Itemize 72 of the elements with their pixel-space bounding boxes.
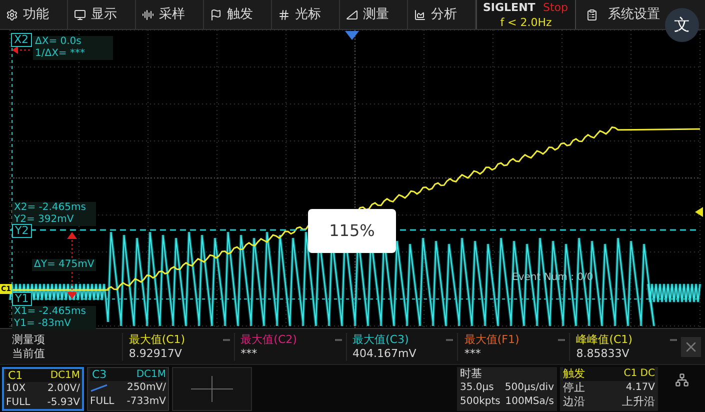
trigger-type: 边沿 — [563, 394, 585, 408]
minus-icon[interactable] — [558, 338, 566, 340]
network-icon[interactable] — [675, 373, 689, 387]
waveform-icon — [142, 8, 154, 20]
channel-coupling: DC1M — [50, 368, 80, 382]
plus-icon — [191, 376, 233, 402]
measurement-name[interactable]: 最大值(C2) — [240, 332, 297, 346]
trigger-level: 4.17V — [626, 380, 655, 394]
minus-icon[interactable] — [334, 338, 342, 340]
monitor-icon — [74, 8, 86, 20]
bandwidth-limit: FULL — [6, 396, 30, 410]
ruler-icon — [346, 8, 358, 20]
trigger-title: 触发 — [563, 366, 585, 380]
close-button[interactable] — [681, 336, 702, 356]
vertical-scale: 250mV/ — [126, 380, 166, 394]
inverse-delta-x-readout: 1/ΔX= *** — [35, 48, 86, 60]
measurement-value: *** — [464, 346, 482, 360]
channel-name: C1 — [7, 368, 24, 382]
timebase-title: 时基 — [460, 366, 483, 380]
time-scale: 500µs/div — [504, 380, 554, 394]
measurement-value: 8.92917V — [128, 346, 183, 360]
channel-panel[interactable]: C1 DC1M 10X 2.00V/ FULL -5.93V — [2, 366, 84, 410]
y1-marker[interactable]: Y1 — [12, 292, 32, 306]
measurement-row-label: 当前值 — [12, 346, 46, 360]
vertical-scale: 2.00V/ — [48, 382, 80, 396]
run-state: Stop — [542, 0, 568, 15]
minus-icon[interactable] — [670, 338, 678, 340]
flag-icon — [210, 8, 222, 20]
grid-icon — [278, 8, 290, 20]
chart-icon — [414, 8, 426, 20]
measurement-value: 404.167mV — [352, 346, 418, 360]
vertical-offset: -5.93V — [47, 396, 80, 410]
measurement-name[interactable]: 峰峰值(C1) — [576, 332, 632, 346]
gear-icon — [6, 8, 18, 20]
channel-coupling: DC1M — [136, 368, 166, 380]
measurement-name[interactable]: 最大值(C3) — [352, 332, 409, 346]
system-settings-button[interactable]: 系统设置 — [576, 0, 660, 29]
trigger-state: 停止 — [563, 380, 585, 394]
sample-rate: 100MSa/s — [505, 394, 554, 408]
x2-readout: X2= -2.465ms — [14, 202, 87, 214]
measurement-name[interactable]: 最大值(C1) — [128, 332, 186, 346]
timebase-panel[interactable]: 时基 35.0µs 500µs/div 500kpts 100MSa/s — [457, 366, 557, 410]
x1-readout: X1= -2.465ms — [14, 306, 87, 318]
delta-x-arrow — [12, 46, 32, 54]
minus-icon[interactable] — [222, 338, 230, 340]
measurement-name[interactable]: 最大值(F1) — [464, 332, 520, 346]
measurement-value: 8.85833V — [576, 346, 630, 360]
y2-marker[interactable]: Y2 — [12, 224, 32, 238]
minus-icon[interactable] — [446, 338, 454, 340]
trigger-level-icon[interactable] — [695, 207, 703, 217]
measurement-header: 测量项 — [12, 332, 46, 346]
zoom-popup: 115% — [308, 209, 396, 253]
delta-x-readout: ΔX= 0.0s — [35, 36, 82, 48]
trigger-source: C1 DC — [624, 366, 655, 380]
x2-marker[interactable]: X2 — [11, 33, 32, 47]
memory-depth: 500kpts — [460, 394, 500, 408]
brand-logo: SIGLENT — [482, 0, 536, 15]
trigger-slope: 上升沿 — [622, 394, 655, 408]
trigger-panel[interactable]: 触发 C1 DC 停止 4.17V 边沿 上升沿 — [560, 366, 658, 410]
probe-line-icon — [90, 384, 108, 392]
channel-panel[interactable]: C3 DC1M 250mV/ FULL -733mV — [87, 366, 169, 410]
bandwidth-limit: FULL — [90, 394, 114, 408]
probe-ratio: 10X — [6, 382, 26, 396]
trigger-delay: 35.0µs — [460, 380, 494, 394]
frequency-readout: f < 2.0Hz — [499, 15, 553, 30]
y2-readout: Y2= 392mV — [14, 214, 75, 226]
channel-name: C3 — [91, 368, 108, 380]
measurement-value: *** — [240, 346, 258, 360]
clipboard-icon — [586, 8, 598, 20]
y1-readout: Y1= -83mV — [14, 318, 72, 330]
delta-y-readout: ΔY= 475mV — [32, 259, 96, 271]
vertical-offset: -733mV — [126, 394, 166, 408]
